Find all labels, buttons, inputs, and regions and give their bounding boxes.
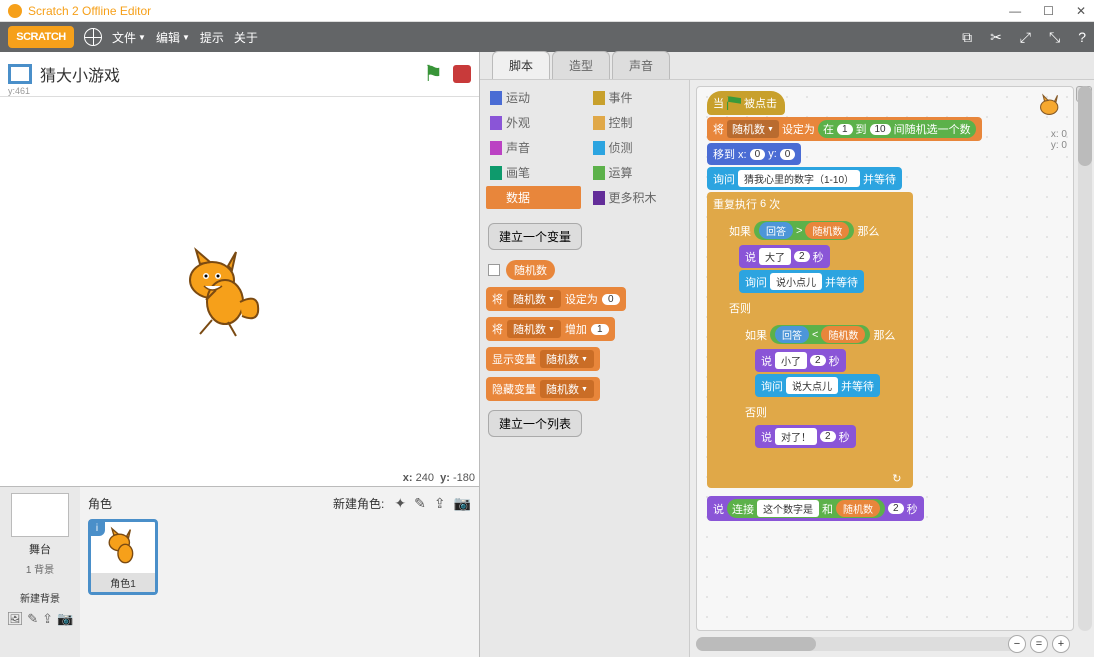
variable-row[interactable]: 随机数 <box>488 260 681 280</box>
flag-icon <box>727 96 741 110</box>
block-show-var[interactable]: 显示变量 随机数▼ <box>486 347 600 371</box>
window-title: Scratch 2 Offline Editor <box>28 4 151 18</box>
block-if-lt[interactable]: 如果 回答<随机数 那么 说小了2秒 询问说大点儿并等待 <box>739 321 901 457</box>
block-when-flag-clicked[interactable]: 当被点击 <box>707 91 785 115</box>
new-sprite-label: 新建角色: <box>333 495 384 512</box>
stage-label: 舞台 <box>29 541 51 557</box>
make-variable-button[interactable]: 建立一个变量 <box>488 223 582 250</box>
stage-thumbnail-panel: 舞台 1 背景 新建背景 🖼 ✎ ⇪ 📷 <box>0 487 80 657</box>
block-goto-xy[interactable]: 移到 x:0 y:0 <box>707 143 801 165</box>
zoom-in-icon[interactable]: + <box>1052 635 1070 653</box>
sprite-item[interactable]: i 角色1 <box>88 519 158 595</box>
block-repeat[interactable]: 重复执行6次 如果 回答>随机数 那么 说大了2秒 <box>707 192 913 488</box>
block-hide-var[interactable]: 隐藏变量 随机数▼ <box>486 377 600 401</box>
cat-operators[interactable]: 运算 <box>589 161 684 184</box>
tab-sounds[interactable]: 声音 <box>612 51 670 79</box>
sprite-thumbnail-icon <box>1033 91 1069 127</box>
backdrop-camera-icon[interactable]: 📷 <box>57 611 73 627</box>
block-palette: 运动 事件 外观 控制 声音 侦测 画笔 运算 数据 更多积木 建立一个变量 随… <box>480 80 690 657</box>
cat-events[interactable]: 事件 <box>589 86 684 109</box>
backdrop-upload-icon[interactable]: ⇪ <box>42 611 53 627</box>
tab-costumes[interactable]: 造型 <box>552 51 610 79</box>
tool-shrink-icon[interactable]: ⤡ <box>1049 29 1060 46</box>
block-if-gt[interactable]: 如果 回答>随机数 那么 说大了2秒 询问说小点儿并等待 否则 <box>723 217 907 466</box>
variable-checkbox[interactable] <box>488 264 500 276</box>
project-title: 猜大小游戏 <box>40 62 120 86</box>
backdrop-paint-icon[interactable]: ✎ <box>27 611 38 627</box>
script-canvas-wrap: ? x: 0y: 0 当被点击 将 <box>690 80 1094 657</box>
cat-pen[interactable]: 画笔 <box>486 161 581 184</box>
fullscreen-icon[interactable] <box>8 64 32 84</box>
block-set-var[interactable]: 将 随机数▼ 设定为 0 <box>486 287 626 311</box>
make-list-button[interactable]: 建立一个列表 <box>488 410 582 437</box>
editor-tabs: 脚本 造型 声音 <box>480 52 1094 80</box>
window-titlebar: Scratch 2 Offline Editor — ☐ ✕ <box>0 0 1094 22</box>
script-canvas[interactable]: x: 0y: 0 当被点击 将 随机数▼ 设定为 <box>696 86 1074 631</box>
script-stack[interactable]: 当被点击 将 随机数▼ 设定为 在1 到10 间随机选一个数 <box>707 91 982 523</box>
scrollbar-vertical[interactable] <box>1078 86 1092 631</box>
block-say-small[interactable]: 说小了2秒 <box>755 349 846 372</box>
menubar: SCRATCH 文件▼ 编辑▼ 提示 关于 ⧉ ✂ ⤢ ⤡ ? <box>0 22 1094 52</box>
cat-motion[interactable]: 运动 <box>486 86 581 109</box>
window-maximize[interactable]: ☐ <box>1043 4 1054 18</box>
tool-stamp-icon[interactable]: ⧉ <box>962 29 972 46</box>
tool-cut-icon[interactable]: ✂ <box>990 29 1002 46</box>
block-ask-bigger[interactable]: 询问说大点儿并等待 <box>755 374 880 397</box>
app-icon <box>8 4 22 18</box>
sprite-name: 角色1 <box>91 573 155 592</box>
sprite-on-stage[interactable] <box>170 242 270 342</box>
block-say-right[interactable]: 说对了！2秒 <box>755 425 856 448</box>
backdrop-count: 1 背景 <box>26 561 54 576</box>
new-backdrop-label: 新建背景 <box>20 590 60 605</box>
stage[interactable]: x: 240 y: -180 <box>0 96 479 487</box>
menu-about[interactable]: 关于 <box>234 29 258 46</box>
scratch-logo: SCRATCH <box>8 26 74 48</box>
menu-edit[interactable]: 编辑▼ <box>156 29 190 46</box>
green-flag-icon[interactable]: ⚑ <box>423 61 443 87</box>
block-say-big[interactable]: 说大了2秒 <box>739 245 830 268</box>
sprite-camera-icon[interactable]: 📷 <box>454 495 471 512</box>
block-ask-wait[interactable]: 询问猜我心里的数字（1-10）并等待 <box>707 167 902 190</box>
language-icon[interactable] <box>84 28 102 46</box>
zoom-reset-icon[interactable]: = <box>1030 635 1048 653</box>
backdrop-library-icon[interactable]: 🖼 <box>7 611 24 627</box>
stage-coords: x: 240 y: -180 <box>403 472 475 484</box>
stage-y-readout: y:461 <box>8 86 30 96</box>
sprite-list: 角色 新建角色: ✦ ✎ ⇪ 📷 i 角色1 <box>80 487 479 657</box>
menu-file[interactable]: 文件▼ <box>112 29 146 46</box>
window-close[interactable]: ✕ <box>1076 4 1086 18</box>
sprite-library-icon[interactable]: ✦ <box>394 495 406 512</box>
zoom-out-icon[interactable]: − <box>1008 635 1026 653</box>
window-minimize[interactable]: — <box>1009 4 1021 18</box>
menu-tips[interactable]: 提示 <box>200 29 224 46</box>
sprite-paint-icon[interactable]: ✎ <box>414 495 426 512</box>
block-say-join[interactable]: 说 连接这个数字是和随机数 2秒 <box>707 496 924 521</box>
sprite-info-icon[interactable]: i <box>89 520 105 536</box>
stage-thumbnail[interactable] <box>11 493 69 537</box>
block-ask-smaller[interactable]: 询问说小点儿并等待 <box>739 270 864 293</box>
tab-scripts[interactable]: 脚本 <box>492 51 550 79</box>
cat-sound[interactable]: 声音 <box>486 136 581 159</box>
cat-more[interactable]: 更多积木 <box>589 186 684 209</box>
cat-looks[interactable]: 外观 <box>486 111 581 134</box>
cat-data[interactable]: 数据 <box>486 186 581 209</box>
cat-sensing[interactable]: 侦测 <box>589 136 684 159</box>
block-set-random[interactable]: 将 随机数▼ 设定为 在1 到10 间随机选一个数 <box>707 117 982 141</box>
tool-grow-icon[interactable]: ⤢ <box>1020 29 1031 46</box>
tool-help-icon[interactable]: ? <box>1078 29 1086 46</box>
canvas-xy: x: 0y: 0 <box>1051 129 1067 151</box>
cat-control[interactable]: 控制 <box>589 111 684 134</box>
sprites-label: 角色 <box>88 495 112 512</box>
block-change-var[interactable]: 将 随机数▼ 增加 1 <box>486 317 615 341</box>
sprite-upload-icon[interactable]: ⇪ <box>434 495 446 512</box>
variable-pill[interactable]: 随机数 <box>506 260 555 280</box>
scrollbar-horizontal[interactable] <box>696 637 1024 651</box>
stop-icon[interactable] <box>453 65 471 83</box>
stage-header: y:461 猜大小游戏 ⚑ <box>0 52 479 96</box>
